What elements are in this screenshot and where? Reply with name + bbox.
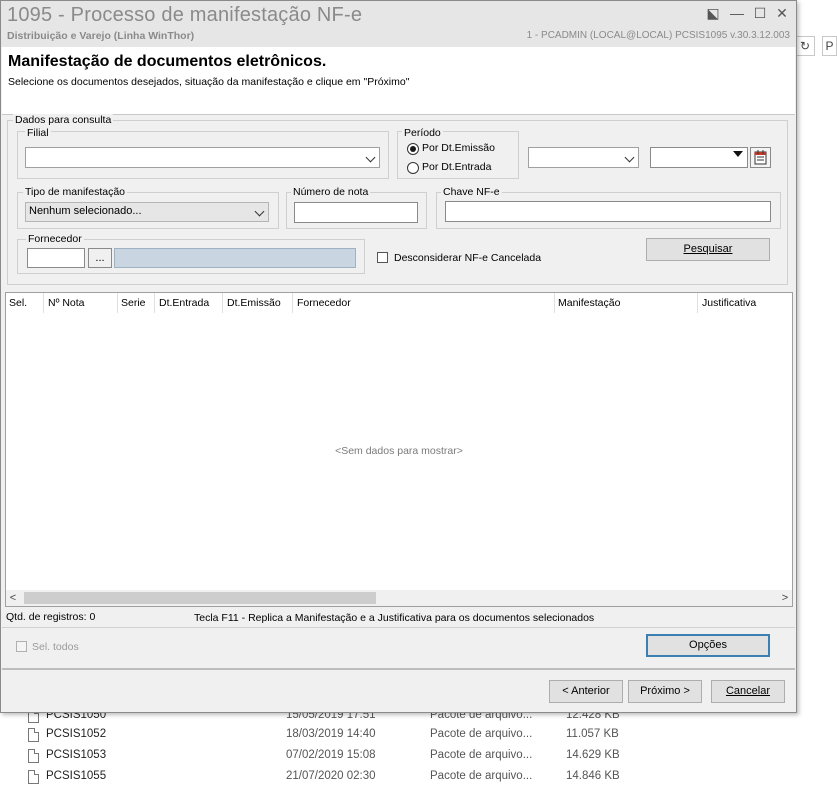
page-title: Manifestação de documentos eletrônicos. [8,53,327,70]
col-separator [554,293,555,313]
radio-por-dt-emissao[interactable] [407,143,419,155]
file-name: PCSIS1053 [46,749,107,761]
col-header-dt-emissao[interactable]: Dt.Emissão [227,297,281,309]
col-header-dt-entrada[interactable]: Dt.Entrada [159,297,209,309]
numero-label: Número de nota [291,186,371,198]
file-icon [28,749,39,763]
date-from-select[interactable] [528,147,639,168]
periodo-label: Período [402,127,443,139]
pesquisar-button[interactable]: Pesquisar [646,238,770,261]
dropdown-arrow-icon[interactable] [733,151,743,157]
file-size: 14.846 KB [566,770,620,782]
scroll-right-icon[interactable]: > [778,590,792,606]
filial-select[interactable] [25,147,380,168]
tipo-value: Nenhum selecionado... [29,205,142,217]
file-date: 18/03/2019 14:40 [286,728,376,740]
col-separator [117,293,118,313]
radio-por-dt-entrada-label: Por Dt.Entrada [422,161,492,173]
session-info: 1 - PCADMIN (LOCAL@LOCAL) PCSIS1095 v.30… [526,30,790,41]
col-header-nota[interactable]: Nº Nota [48,297,85,309]
col-header-manifestacao[interactable]: Manifestação [558,297,620,309]
chave-label: Chave NF-e [441,186,502,198]
file-row[interactable]: PCSIS1055 21/07/2020 02:30 Pacote de arq… [28,767,628,787]
file-size: 11.057 KB [566,728,619,740]
file-size: 14.629 KB [566,749,620,761]
col-header-serie[interactable]: Serie [121,297,146,309]
col-separator [222,293,223,313]
window-subtitle: Distribuição e Varejo (Linha WinThor) [7,30,195,42]
manifestation-dialog: 1095 - Processo de manifestação NF-e Dis… [0,0,797,713]
file-icon [28,770,39,784]
divider [2,668,795,670]
file-type: Pacote de arquivo... [430,728,533,740]
proximo-label: Próximo > [640,685,690,697]
proximo-button[interactable]: Próximo > [628,680,702,703]
cancelar-button[interactable]: Cancelar [711,680,785,703]
desconsiderar-label: Desconsiderar NF-e Cancelada [394,252,542,264]
anterior-button[interactable]: < Anterior [549,680,623,703]
opcoes-button[interactable]: Opções [646,634,770,657]
f11-hint: Tecla F11 - Replica a Manifestação e a J… [194,612,595,624]
fornecedor-code-input[interactable] [27,248,85,268]
tipo-manifestacao-select[interactable]: Nenhum selecionado... [25,202,269,222]
fornecedor-name-display [114,248,356,268]
minimize-button[interactable]: — [728,5,746,21]
col-header-justificativa[interactable]: Justificativa [702,297,756,309]
file-row[interactable]: PCSIS1053 07/02/2019 15:08 Pacote de arq… [28,746,628,766]
file-date: 21/07/2020 02:30 [286,770,376,782]
fornecedor-browse-button[interactable]: ... [88,248,112,268]
tipo-label: Tipo de manifestação [23,186,128,198]
filial-label: Filial [25,127,51,139]
divider [2,627,795,628]
cancelar-label: Cancelar [725,685,771,697]
scroll-thumb[interactable] [24,592,376,604]
file-name: PCSIS1052 [46,728,107,740]
page-instructions: Selecione os documentos desejados, situa… [8,76,410,88]
close-button[interactable]: ✕ [773,5,791,21]
select-all-checkbox[interactable] [16,641,27,652]
file-name: PCSIS1055 [46,770,107,782]
header-panel: Manifestação de documentos eletrônicos. … [2,47,795,115]
scroll-left-icon[interactable]: < [6,590,20,606]
documents-grid[interactable]: Sel. Nº Nota Serie Dt.Entrada Dt.Emissão… [5,292,793,607]
file-date: 07/02/2019 15:08 [286,749,376,761]
horizontal-scrollbar[interactable]: < > [6,590,792,606]
radio-por-dt-emissao-label: Por Dt.Emissão [422,142,495,154]
numero-nota-input[interactable] [294,202,418,223]
calendar-button[interactable] [750,147,771,168]
radio-por-dt-entrada[interactable] [407,162,419,174]
record-count: Qtd. de registros: 0 [6,611,96,623]
file-row[interactable]: PCSIS1052 18/03/2019 14:40 Pacote de arq… [28,725,628,745]
query-group-label: Dados para consulta [13,114,114,126]
desconsiderar-checkbox[interactable] [377,252,388,263]
fornecedor-label: Fornecedor [26,233,84,245]
maximize-button[interactable]: ☐ [751,5,769,21]
col-separator [43,293,44,313]
refresh-icon[interactable]: ↻ [795,36,815,56]
col-header-sel[interactable]: Sel. [9,297,27,309]
col-separator [697,293,698,313]
chevron-down-icon [254,206,265,217]
file-type: Pacote de arquivo... [430,770,533,782]
search-partial-button[interactable]: P [822,36,837,56]
file-icon [28,728,39,742]
chevron-down-icon [365,152,376,163]
chevron-down-icon [624,152,635,163]
window-title: 1095 - Processo de manifestação NF-e [7,4,363,26]
col-separator [154,293,155,313]
pesquisar-label: Pesquisar [683,243,733,255]
anterior-label: < Anterior [562,685,610,697]
title-bar[interactable]: 1095 - Processo de manifestação NF-e Dis… [1,1,796,47]
calendar-icon [754,150,767,165]
col-header-fornecedor[interactable]: Fornecedor [297,297,351,309]
file-type: Pacote de arquivo... [430,749,533,761]
chave-nfe-input[interactable] [445,201,771,222]
col-separator [292,293,293,313]
select-all-label: Sel. todos [32,641,79,653]
restore-icon[interactable]: ⬕ [704,5,722,21]
empty-grid-message: <Sem dados para mostrar> [335,445,463,457]
